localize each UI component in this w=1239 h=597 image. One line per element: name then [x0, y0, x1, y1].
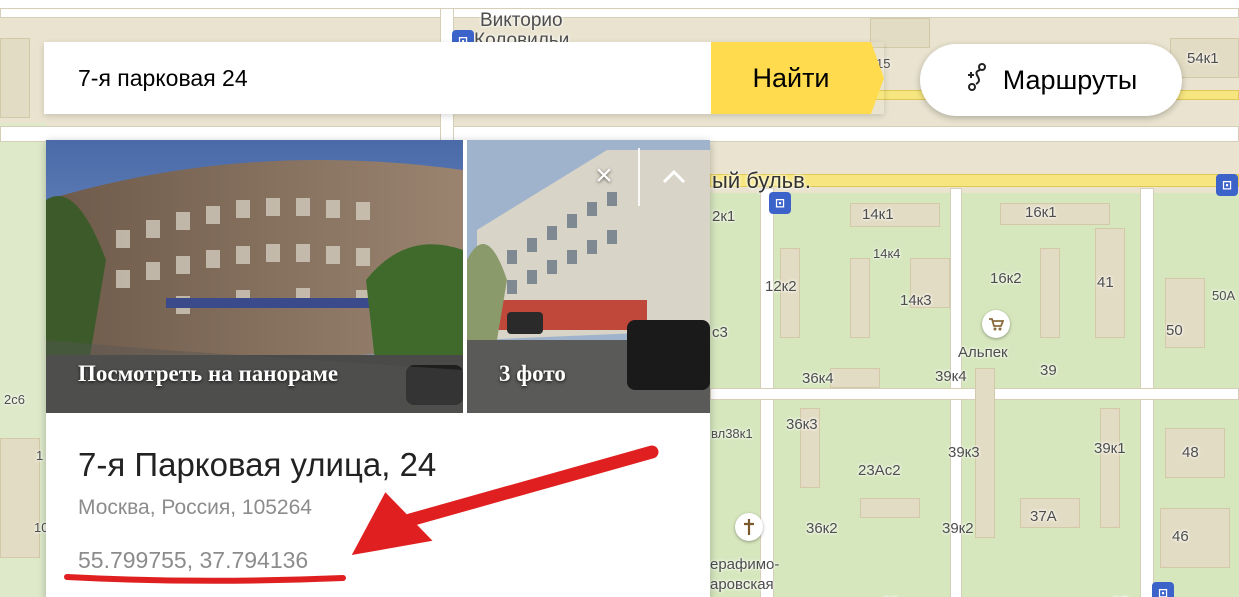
map-building-label: 14к3 — [900, 292, 932, 309]
map-building-label: 37А — [1030, 508, 1057, 525]
map-building-label: 39к1 — [1094, 440, 1126, 457]
map-building — [0, 38, 30, 118]
map-building-label: 39к4 — [935, 368, 967, 385]
map-poi-label: аровская — [710, 576, 774, 593]
chevron-up-icon[interactable] — [660, 164, 688, 192]
search-bar: Найти — [44, 42, 884, 114]
route-icon — [965, 62, 991, 98]
map-building — [0, 438, 40, 558]
map-building-label: 39к2 — [942, 520, 974, 537]
close-icon[interactable]: × — [590, 161, 618, 191]
routes-button[interactable]: Маршруты — [920, 44, 1182, 116]
map-building-label: 16к2 — [990, 270, 1022, 287]
map-building-label: 54к1 — [1187, 50, 1219, 67]
photo-gallery: Посмотреть на панораме 3 фото × — [46, 140, 710, 413]
bus-stop-icon[interactable]: ⊡ — [1152, 582, 1174, 597]
map-building — [1160, 508, 1230, 568]
search-button[interactable]: Найти — [711, 42, 884, 114]
map-building-label: 23Ас2 — [858, 462, 901, 479]
map-road — [0, 8, 1239, 18]
place-coordinates[interactable]: 55.799755, 37.794136 — [78, 547, 308, 574]
map-building-label: 2с6 — [4, 392, 25, 407]
photos-count-label: 3 фото — [499, 361, 566, 386]
map-street-label: Викторио — [480, 10, 563, 31]
map-building-label: 36к3 — [786, 416, 818, 433]
place-card: Посмотреть на панораме 3 фото × 7-я Парк… — [46, 140, 710, 597]
shop-icon[interactable] — [982, 310, 1010, 338]
map-building — [1040, 248, 1060, 338]
place-address: Москва, Россия, 105264 — [78, 496, 312, 519]
map-street-label: ый бульв. — [712, 168, 811, 193]
map-building-label: 39к3 — [948, 444, 980, 461]
map-building-label: с3 — [712, 324, 728, 341]
bus-stop-icon[interactable]: ⊡ — [1216, 174, 1238, 196]
panorama-photo[interactable]: Посмотреть на панораме — [46, 140, 463, 413]
map-building-label: 36к2 — [806, 520, 838, 537]
map-building-label: 48 — [1182, 444, 1199, 461]
map-building-label: 50А — [1212, 288, 1236, 303]
place-title: 7-я Парковая улица, 24 — [78, 446, 437, 483]
map-building-label: 39 — [1040, 362, 1057, 379]
map-poi-label: ерафимо- — [710, 556, 780, 573]
map-building-label: 41 — [1097, 274, 1114, 291]
map-building — [860, 498, 920, 518]
map-building — [850, 258, 870, 338]
map-building-label: 16к1 — [1025, 204, 1057, 221]
map-building-label: 46 — [1172, 528, 1189, 545]
map-building-label: 14к4 — [873, 246, 901, 261]
map-building-label: 1 — [36, 448, 44, 463]
panorama-label: Посмотреть на панораме — [78, 361, 339, 386]
card-divider — [638, 148, 640, 206]
map-building — [1100, 408, 1120, 528]
map-building-label: 36к4 — [802, 370, 834, 387]
map-building-label: 50 — [1166, 322, 1183, 339]
map-poi-label: Альпек — [958, 344, 1008, 361]
routes-label: Маршруты — [1002, 64, 1138, 95]
map-building — [830, 368, 880, 388]
map-building-label: вл38к1 — [711, 426, 753, 441]
map-building-label: 2к1 — [712, 208, 736, 225]
map-building-label: 12к2 — [765, 278, 797, 295]
church-icon[interactable] — [735, 513, 763, 541]
map-building-label: 14к1 — [862, 206, 894, 223]
bus-stop-icon[interactable]: ⊡ — [769, 192, 791, 214]
search-input[interactable] — [44, 42, 711, 114]
